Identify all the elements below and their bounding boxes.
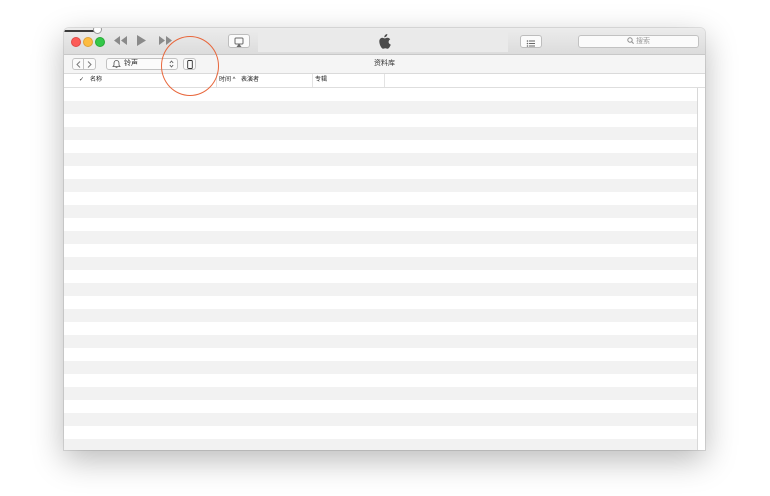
highlight-circle-annotation <box>161 36 219 96</box>
airplay-button[interactable] <box>228 34 250 48</box>
bell-icon <box>112 60 121 68</box>
chevron-right-icon <box>87 61 92 68</box>
search-icon <box>627 37 634 44</box>
artist-column-header[interactable]: 表演者 <box>241 74 259 87</box>
search-field[interactable]: 搜索 <box>578 35 699 48</box>
time-column-header[interactable]: 时间 ^ <box>216 74 236 87</box>
rewind-icon[interactable] <box>113 35 128 46</box>
time-column-label: 时间 <box>219 77 232 83</box>
list-view-icon <box>526 40 535 47</box>
up-next-list-button[interactable] <box>520 35 542 48</box>
column-divider <box>384 74 385 87</box>
checkbox-column-header[interactable]: ✓ <box>79 74 84 87</box>
album-column-header[interactable]: 专辑 <box>312 74 327 87</box>
volume-knob[interactable] <box>93 28 102 34</box>
chevron-left-icon <box>75 61 80 68</box>
zoom-button[interactable] <box>95 37 105 47</box>
sort-ascending-icon: ^ <box>231 77 236 83</box>
minimize-button[interactable] <box>83 37 93 47</box>
column-header-row: ✓ 名称 时间 ^ 表演者 专辑 <box>64 74 705 88</box>
volume-slider[interactable] <box>64 28 102 34</box>
play-icon[interactable] <box>136 35 147 46</box>
apple-logo <box>377 33 393 50</box>
airplay-icon <box>234 37 244 47</box>
media-kind-label: 铃声 <box>124 60 138 67</box>
name-column-header[interactable]: 名称 <box>90 74 102 87</box>
search-placeholder: 搜索 <box>636 38 650 45</box>
title-bar: 搜索 <box>64 28 705 55</box>
back-button[interactable] <box>72 58 84 70</box>
scrollbar[interactable] <box>697 88 705 450</box>
close-button[interactable] <box>71 37 81 47</box>
song-list[interactable] <box>64 88 697 450</box>
itunes-window: 搜索 资料库 铃声 ✓ 名称 时间 ^ 表演者 专辑 <box>64 28 705 450</box>
forward-button[interactable] <box>84 58 96 70</box>
